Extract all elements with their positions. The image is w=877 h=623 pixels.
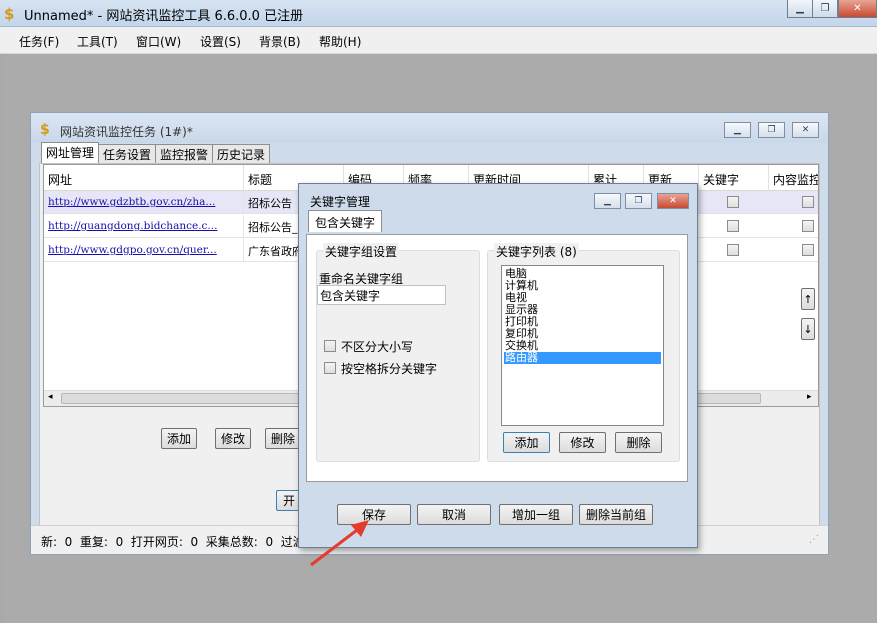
keyword-manager-dialog: 关键字管理 ▁ ❐ ✕ 包含关键字 关键字组设置 重命名关键字组 不区分大小写 …: [298, 183, 698, 548]
column-header[interactable]: 内容监控: [769, 165, 818, 191]
delete-keyword-button[interactable]: 删除: [615, 432, 662, 453]
dollar-icon: $: [40, 122, 50, 138]
app-title: Unnamed* - 网站资讯监控工具 6.6.0.0 已注册: [24, 9, 304, 24]
menu-window[interactable]: 窗口(W): [136, 33, 181, 50]
menu-background[interactable]: 背景(B): [259, 33, 301, 50]
status-text: 新: 0 重复: 0 打开网页: 0 采集总数: 0 过滤: [41, 535, 305, 549]
tab-include-keywords[interactable]: 包含关键字: [308, 210, 383, 232]
menu-help[interactable]: 帮助(H): [319, 33, 361, 50]
task-tabs: 网址管理 任务设置 监控报警 历史记录: [41, 142, 271, 164]
content-monitor-checkbox[interactable]: [802, 244, 814, 256]
menu-bar: 任务(F) 工具(T) 窗口(W) 设置(S) 背景(B) 帮助(H): [0, 27, 877, 54]
dialog-tabs: 包含关键字: [308, 210, 383, 232]
row-title: 招标公告: [244, 191, 304, 214]
add-keyword-button[interactable]: 添加: [503, 432, 550, 453]
case-insensitive-checkbox[interactable]: [324, 340, 336, 352]
minimize-icon[interactable]: ▁: [787, 0, 813, 18]
keyword-checkbox[interactable]: [727, 244, 739, 256]
tab-monitor-alarm[interactable]: 监控报警: [155, 144, 214, 164]
group-settings-box: 关键字组设置 重命名关键字组 不区分大小写 按空格拆分关键字: [316, 243, 480, 462]
keyword-checkbox[interactable]: [727, 220, 739, 232]
keyword-list-box: 关键字列表 (8) 电脑 计算机 电视 显示器 打印机 复印机 交换机 路由器 …: [487, 243, 680, 462]
add-url-button[interactable]: 添加: [161, 428, 197, 449]
minimize-icon[interactable]: ▁: [594, 193, 621, 209]
column-header[interactable]: 关键字: [699, 165, 769, 191]
keyword-list-label: 关键字列表 (8): [494, 243, 579, 260]
menu-task[interactable]: 任务(F): [19, 33, 59, 50]
keyword-list[interactable]: 电脑 计算机 电视 显示器 打印机 复印机 交换机 路由器: [501, 265, 664, 426]
task-window-titlebar: $ 网站资讯监控任务 (1#)* ▁ ❐ ✕: [31, 113, 828, 143]
dollar-app-icon: $: [4, 5, 15, 23]
list-item[interactable]: 计算机: [504, 280, 661, 292]
move-up-icon[interactable]: ↑: [801, 288, 815, 310]
restore-icon[interactable]: ❐: [812, 0, 838, 18]
close-icon[interactable]: ✕: [792, 122, 819, 138]
tab-history[interactable]: 历史记录: [212, 144, 271, 164]
edit-url-button[interactable]: 修改: [215, 428, 251, 449]
move-down-icon[interactable]: ↓: [801, 318, 815, 340]
edit-keyword-button[interactable]: 修改: [559, 432, 606, 453]
rename-group-input[interactable]: [317, 285, 446, 305]
dialog-titlebar: 关键字管理 ▁ ❐ ✕: [299, 184, 697, 212]
resize-grip-icon[interactable]: ⋰: [809, 534, 819, 545]
task-window-title: 网站资讯监控任务 (1#)*: [60, 125, 193, 139]
scroll-right-icon[interactable]: ▸: [807, 392, 812, 402]
restore-icon[interactable]: ❐: [758, 122, 785, 138]
group-settings-label: 关键字组设置: [323, 243, 400, 260]
row-title: 广东省政府: [244, 239, 304, 262]
list-item-selected[interactable]: 路由器: [504, 352, 661, 364]
cancel-button[interactable]: 取消: [417, 504, 491, 525]
tab-task-settings[interactable]: 任务设置: [98, 144, 157, 164]
delete-group-button[interactable]: 删除当前组: [579, 504, 653, 525]
restore-icon[interactable]: ❐: [625, 193, 652, 209]
column-header[interactable]: 网址: [44, 165, 244, 191]
split-by-space-label: 按空格拆分关键字: [341, 362, 438, 376]
app-titlebar: $ Unnamed* - 网站资讯监控工具 6.6.0.0 已注册 ▁ ❐ ✕: [0, 0, 877, 27]
tab-url-management[interactable]: 网址管理: [41, 142, 100, 164]
menu-settings[interactable]: 设置(S): [200, 33, 241, 50]
minimize-icon[interactable]: ▁: [724, 122, 751, 138]
dialog-title: 关键字管理: [310, 195, 371, 209]
close-icon[interactable]: ✕: [838, 0, 877, 18]
row-title: 招标公告_: [244, 215, 304, 238]
keyword-tab-panel: 关键字组设置 重命名关键字组 不区分大小写 按空格拆分关键字 关键字列表 (8)…: [306, 234, 688, 482]
url-link[interactable]: http://www.gdzbtb.gov.cn/zha...: [48, 196, 215, 208]
keyword-checkbox[interactable]: [727, 196, 739, 208]
url-link[interactable]: http://guangdong.bidchance.c...: [48, 220, 217, 232]
content-monitor-checkbox[interactable]: [802, 220, 814, 232]
close-icon[interactable]: ✕: [657, 193, 689, 209]
split-by-space-checkbox[interactable]: [324, 362, 336, 374]
scroll-left-icon[interactable]: ◂: [48, 392, 53, 402]
add-group-button[interactable]: 增加一组: [499, 504, 573, 525]
pointer-arrow-icon: [310, 520, 369, 567]
url-link[interactable]: http://www.gdgpo.gov.cn/quer...: [48, 244, 217, 256]
content-monitor-checkbox[interactable]: [802, 196, 814, 208]
menu-tools[interactable]: 工具(T): [77, 33, 118, 50]
case-insensitive-label: 不区分大小写: [341, 340, 414, 354]
delete-url-button[interactable]: 删除: [265, 428, 301, 449]
